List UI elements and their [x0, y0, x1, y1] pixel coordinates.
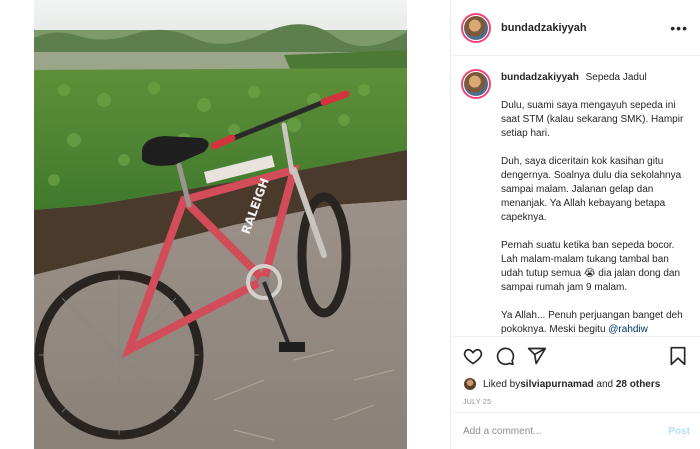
- heart-icon[interactable]: [463, 346, 483, 366]
- post-details-panel: bundadzakiyyah ••• bundadzakiyyah Sepeda…: [450, 0, 700, 449]
- more-options-icon[interactable]: •••: [670, 20, 688, 36]
- post-actions-area: Liked by silviapurnamad and 28 others JU…: [451, 336, 700, 406]
- post-date[interactable]: JULY 25: [463, 399, 688, 406]
- bicycle-photo-illustration: RALEIGH: [34, 0, 407, 449]
- post-caption: bundadzakiyyah Sepeda Jadul Dulu, suami …: [451, 57, 700, 336]
- comment-input[interactable]: Add a comment...: [463, 426, 668, 437]
- share-icon[interactable]: [527, 346, 547, 366]
- caption-title: Sepeda Jadul: [585, 72, 647, 83]
- caption-author-avatar[interactable]: [461, 69, 491, 99]
- caption-username[interactable]: bundadzakiyyah: [501, 72, 579, 83]
- caption-paragraph-last: Ya Allah... Penuh perjuangan banget deh …: [501, 309, 690, 336]
- likes-summary: Liked by silviapurnamad and 28 others: [463, 377, 688, 391]
- post-comment-button[interactable]: Post: [668, 426, 690, 437]
- action-icons-row: [463, 345, 688, 367]
- likes-middle: and: [593, 378, 616, 390]
- comment-box: Add a comment... Post: [451, 412, 700, 449]
- post-media-pane: RALEIGH: [0, 0, 450, 449]
- author-avatar[interactable]: [461, 12, 491, 43]
- caption-mention-link[interactable]: @rahdiw: [608, 324, 648, 335]
- liker-username[interactable]: silviapurnamad: [520, 379, 593, 390]
- post-photo-bicycle[interactable]: RALEIGH: [34, 0, 407, 449]
- author-username[interactable]: bundadzakiyyah: [501, 22, 670, 34]
- likes-others-link[interactable]: 28 others: [616, 379, 660, 390]
- liker-avatar[interactable]: [463, 377, 477, 391]
- caption-last-text: Ya Allah... Penuh perjuangan banget deh …: [501, 310, 683, 335]
- comment-icon[interactable]: [495, 346, 515, 366]
- post-header: bundadzakiyyah •••: [451, 0, 700, 56]
- caption-paragraph: Dulu, suami saya mengayuh sepeda ini saa…: [501, 100, 684, 139]
- likes-prefix: Liked by: [483, 378, 521, 390]
- caption-paragraph: Duh, saya diceritain kok kasihan gitu de…: [501, 156, 682, 223]
- caption-paragraph: Pernah suatu ketika ban sepeda bocor. La…: [501, 240, 681, 293]
- bookmark-icon[interactable]: [668, 346, 688, 366]
